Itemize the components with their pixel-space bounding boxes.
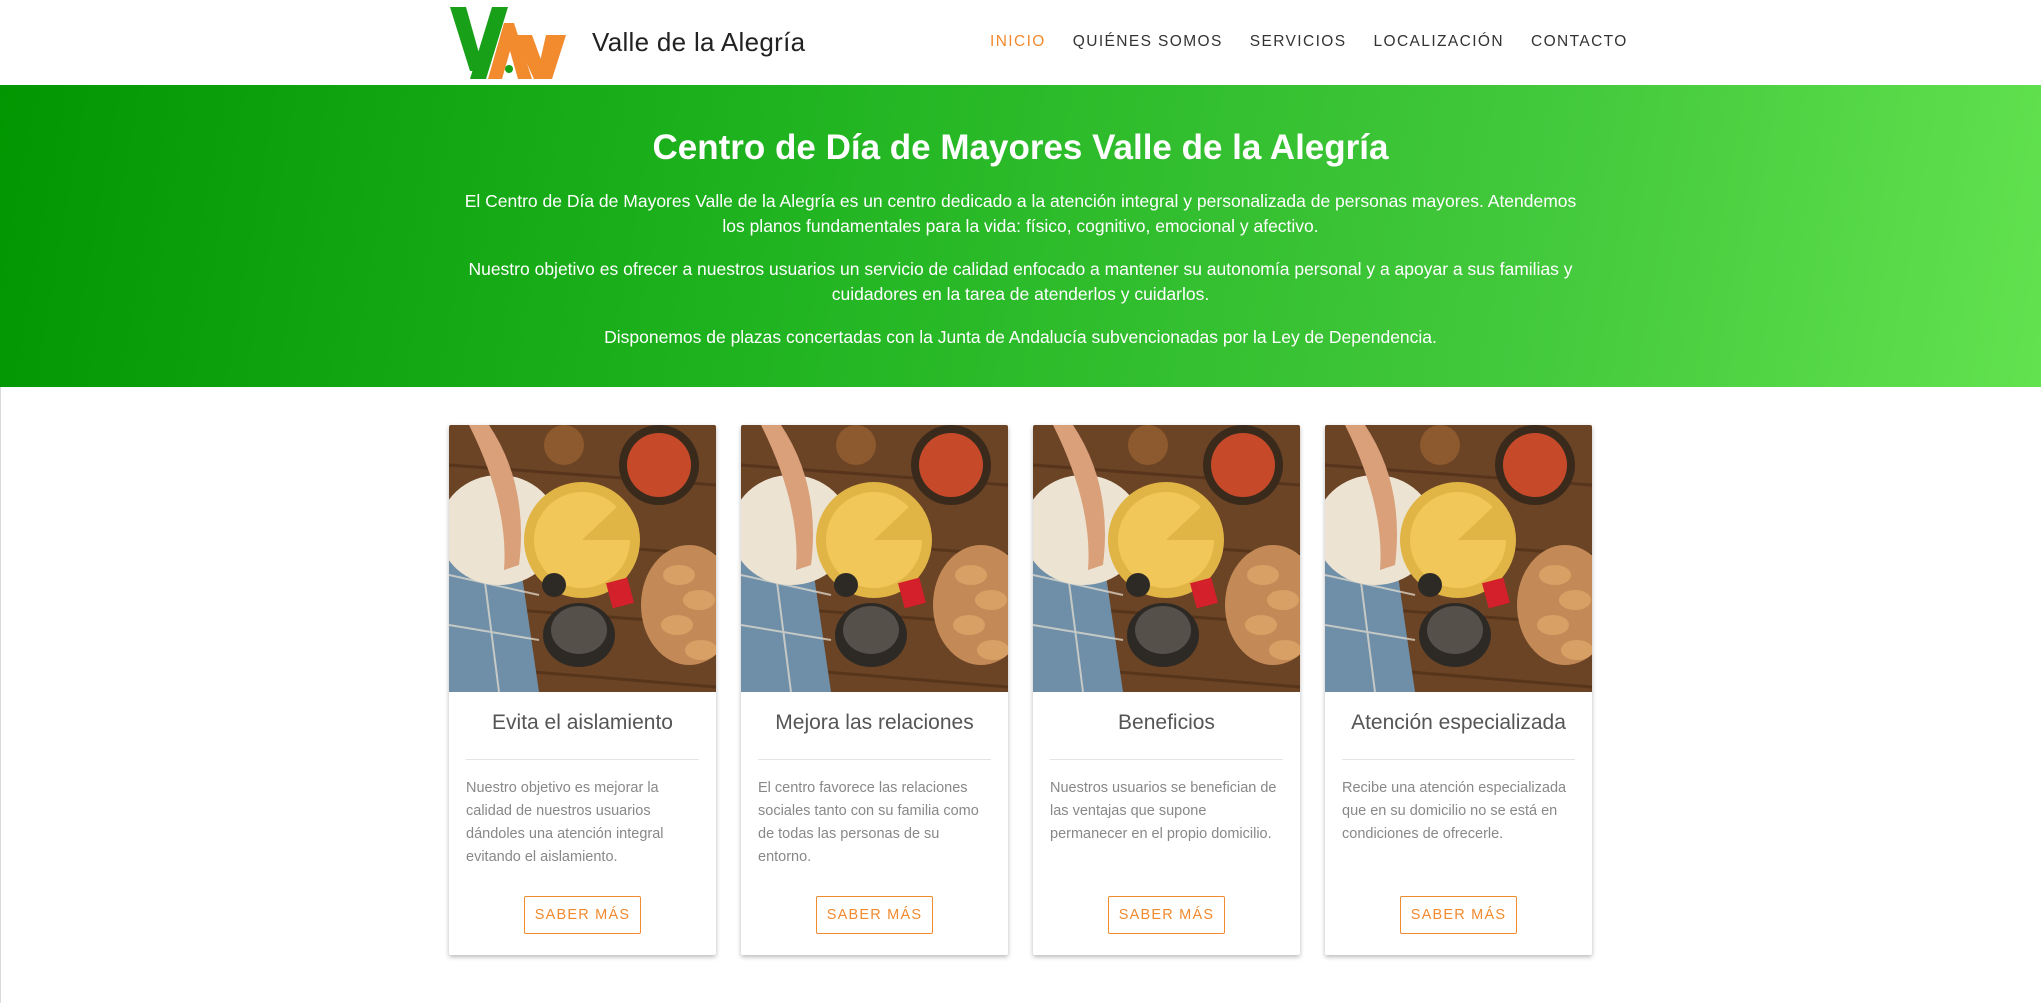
main-nav: INICIO QUIÉNES SOMOS SERVICIOS LOCALIZAC… bbox=[990, 33, 1628, 51]
card-image bbox=[1033, 425, 1300, 692]
hero-paragraph-2: Nuestro objetivo es ofrecer a nuestros u… bbox=[468, 259, 1573, 304]
card-text: Nuestros usuarios se benefician de las v… bbox=[1050, 780, 1277, 842]
card-image bbox=[1325, 425, 1592, 692]
hero-banner: Centro de Día de Mayores Valle de la Ale… bbox=[0, 85, 2041, 387]
nav-contacto[interactable]: CONTACTO bbox=[1531, 33, 1628, 51]
nav-inicio[interactable]: INICIO bbox=[990, 33, 1046, 51]
saber-mas-button[interactable]: SABER MÁS bbox=[1400, 896, 1517, 934]
feature-card-atencion: Atención especializada Recibe una atenci… bbox=[1325, 425, 1592, 955]
brand-name[interactable]: Valle de la Alegría bbox=[592, 27, 805, 58]
saber-mas-button[interactable]: SABER MÁS bbox=[816, 896, 933, 934]
feature-card-relaciones: Mejora las relaciones El centro favorece… bbox=[741, 425, 1008, 955]
card-image bbox=[741, 425, 1008, 692]
nav-servicios[interactable]: SERVICIOS bbox=[1250, 33, 1347, 51]
card-divider bbox=[758, 759, 991, 760]
card-divider bbox=[1050, 759, 1283, 760]
saber-mas-button[interactable]: SABER MÁS bbox=[524, 896, 641, 934]
feature-card-beneficios: Beneficios Nuestros usuarios se benefici… bbox=[1033, 425, 1300, 955]
card-divider bbox=[1342, 759, 1575, 760]
card-text: El centro favorece las relaciones social… bbox=[758, 780, 979, 865]
hero-paragraph-3: Disponemos de plazas concertadas con la … bbox=[604, 327, 1437, 347]
feature-card-aislamiento: Evita el aislamiento Nuestro objetivo es… bbox=[449, 425, 716, 955]
nav-localizacion[interactable]: LOCALIZACIÓN bbox=[1373, 33, 1504, 51]
card-image bbox=[449, 425, 716, 692]
card-text: Recibe una atención especializada que en… bbox=[1342, 780, 1567, 842]
hero-paragraph-1: El Centro de Día de Mayores Valle de la … bbox=[464, 191, 1577, 236]
site-header: Valle de la Alegría INICIO QUIÉNES SOMOS… bbox=[0, 0, 2041, 85]
nav-quienes-somos[interactable]: QUIÉNES SOMOS bbox=[1073, 33, 1223, 51]
hero-title: Centro de Día de Mayores Valle de la Ale… bbox=[652, 128, 1389, 167]
card-title: Evita el aislamiento bbox=[492, 711, 673, 734]
site-logo[interactable] bbox=[448, 5, 572, 81]
card-title: Atención especializada bbox=[1351, 711, 1566, 734]
card-text: Nuestro objetivo es mejorar la calidad d… bbox=[466, 780, 664, 865]
card-divider bbox=[466, 759, 699, 760]
card-title: Mejora las relaciones bbox=[775, 711, 974, 734]
saber-mas-button[interactable]: SABER MÁS bbox=[1108, 896, 1225, 934]
card-title: Beneficios bbox=[1118, 711, 1215, 734]
